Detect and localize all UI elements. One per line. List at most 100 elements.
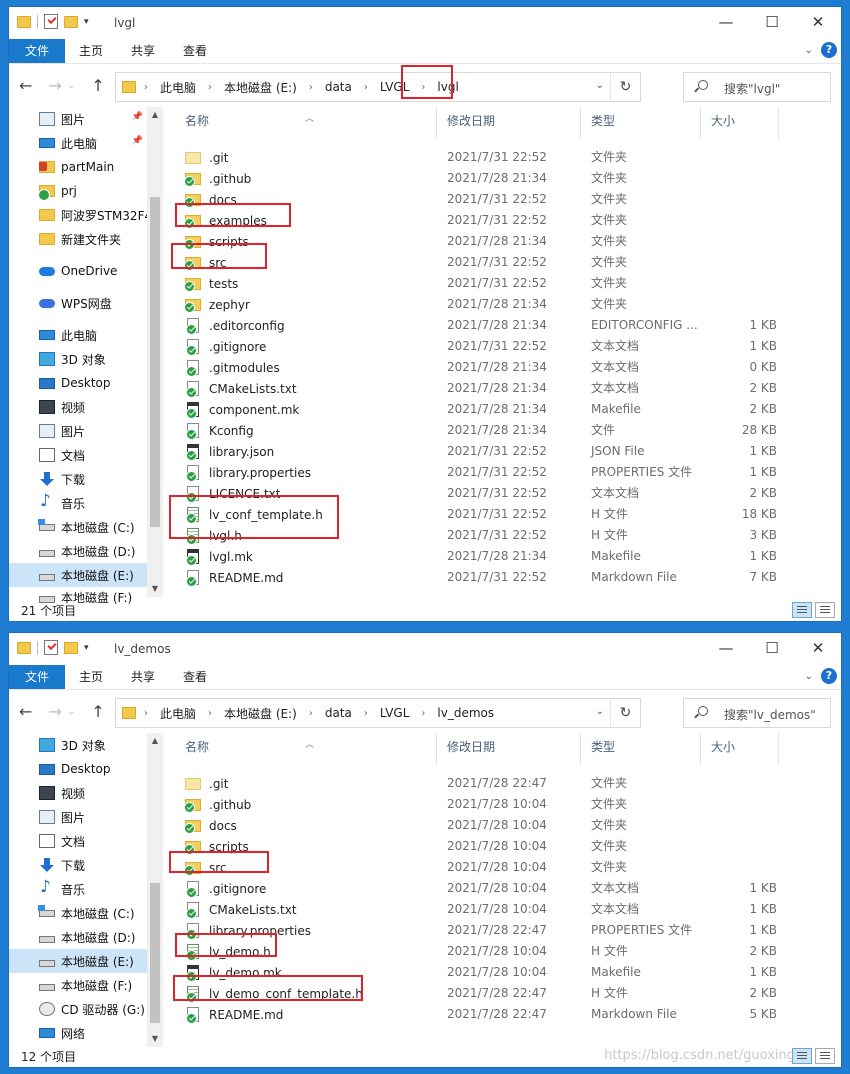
scroll-up-icon[interactable]: ▲	[147, 733, 163, 749]
nav-item[interactable]: 本地磁盘 (D:)	[9, 539, 147, 563]
nav-item[interactable]: OneDrive	[9, 259, 147, 283]
crumb-data[interactable]: data	[325, 706, 352, 720]
maximize-button[interactable]: ☐	[749, 633, 795, 663]
table-row[interactable]: lvgl.mk 2021/7/28 21:34 Makefile 1 KB	[175, 546, 841, 567]
nav-item[interactable]: 本地磁盘 (E:)	[9, 949, 147, 973]
search-input[interactable]: 搜索"lvgl"	[683, 72, 831, 102]
nav-item[interactable]: 音乐	[9, 877, 147, 901]
nav-scrollbar[interactable]: ▲ ▼	[147, 733, 163, 1047]
crumb-this-pc[interactable]: 此电脑	[160, 705, 196, 722]
chevron-right-icon[interactable]: ›	[364, 82, 368, 93]
new-folder-icon[interactable]	[64, 15, 78, 28]
crumb-lvgl-parent[interactable]: LVGL	[380, 706, 410, 720]
chevron-right-icon[interactable]: ›	[144, 82, 148, 93]
refresh-icon[interactable]: ↻	[610, 699, 640, 727]
table-row[interactable]: .github 2021/7/28 21:34 文件夹	[175, 168, 841, 189]
customize-toolbar-chevron-icon[interactable]: ▾	[84, 643, 89, 653]
nav-scrollbar[interactable]: ▲ ▼	[147, 107, 163, 597]
scroll-thumb[interactable]	[150, 883, 160, 1023]
up-arrow-icon[interactable]: ↑	[91, 76, 104, 95]
table-row[interactable]: src 2021/7/31 22:52 文件夹	[175, 252, 841, 273]
nav-item[interactable]: 3D 对象	[9, 347, 147, 371]
table-row[interactable]: .gitmodules 2021/7/28 21:34 文本文档 0 KB	[175, 357, 841, 378]
chevron-right-icon[interactable]: ›	[421, 708, 425, 719]
nav-item[interactable]: WPS网盘	[9, 291, 147, 315]
crumb-data[interactable]: data	[325, 80, 352, 94]
refresh-icon[interactable]: ↻	[610, 73, 640, 101]
column-size[interactable]: 大小	[701, 733, 779, 765]
column-type[interactable]: 类型	[581, 733, 701, 765]
table-row[interactable]: CMakeLists.txt 2021/7/28 10:04 文本文档 1 KB	[175, 899, 841, 920]
nav-item[interactable]: 下载	[9, 467, 147, 491]
scroll-up-icon[interactable]: ▲	[147, 107, 163, 123]
large-icons-view-icon[interactable]	[815, 1048, 835, 1064]
nav-item[interactable]: 本地磁盘 (E:)	[9, 563, 147, 587]
table-row[interactable]: component.mk 2021/7/28 21:34 Makefile 2 KB	[175, 399, 841, 420]
nav-item[interactable]: 下载	[9, 853, 147, 877]
address-bar[interactable]: › 此电脑 › 本地磁盘 (E:) › data › LVGL › lvgl ⌄…	[115, 72, 641, 102]
table-row[interactable]: library.properties 2021/7/31 22:52 PROPERT…	[175, 462, 841, 483]
recent-locations-chevron-icon[interactable]: ⌄	[68, 81, 76, 95]
address-bar[interactable]: › 此电脑 › 本地磁盘 (E:) › data › LVGL › lv_dem…	[115, 698, 641, 728]
table-row[interactable]: .git 2021/7/28 22:47 文件夹	[175, 773, 841, 794]
nav-item[interactable]: 图片	[9, 805, 147, 829]
nav-item[interactable]: Desktop	[9, 757, 147, 781]
large-icons-view-icon[interactable]	[815, 602, 835, 618]
search-input[interactable]: 搜索"lv_demos"	[683, 698, 831, 728]
tab-view[interactable]: 查看	[169, 39, 221, 63]
column-date[interactable]: 修改日期	[437, 107, 581, 139]
nav-item[interactable]: Desktop	[9, 371, 147, 395]
details-view-icon[interactable]	[792, 1048, 812, 1064]
tab-file[interactable]: 文件	[9, 39, 65, 63]
table-row[interactable]: scripts 2021/7/28 10:04 文件夹	[175, 836, 841, 857]
back-arrow-icon[interactable]: ←	[19, 702, 32, 721]
properties-icon[interactable]	[44, 640, 58, 655]
tab-share[interactable]: 共享	[117, 665, 169, 689]
nav-item[interactable]: 新建文件夹	[9, 227, 147, 251]
chevron-right-icon[interactable]: ›	[309, 82, 313, 93]
table-row[interactable]: .github 2021/7/28 10:04 文件夹	[175, 794, 841, 815]
column-date[interactable]: 修改日期	[437, 733, 581, 765]
minimize-button[interactable]: —	[703, 7, 749, 37]
nav-item[interactable]: 网络	[9, 1021, 147, 1045]
properties-icon[interactable]	[44, 14, 58, 29]
expand-ribbon-chevron-icon[interactable]: ⌄	[805, 45, 813, 56]
tab-home[interactable]: 主页	[65, 665, 117, 689]
close-button[interactable]: ✕	[795, 7, 841, 37]
table-row[interactable]: .editorconfig 2021/7/28 21:34 EDITORCONFIG…	[175, 315, 841, 336]
nav-item[interactable]: 视频	[9, 395, 147, 419]
table-row[interactable]: Kconfig 2021/7/28 21:34 文件 28 KB	[175, 420, 841, 441]
table-row[interactable]: scripts 2021/7/28 21:34 文件夹	[175, 231, 841, 252]
column-size[interactable]: 大小	[701, 107, 779, 139]
back-arrow-icon[interactable]: ←	[19, 76, 32, 95]
up-arrow-icon[interactable]: ↑	[91, 702, 104, 721]
nav-item[interactable]: 本地磁盘 (C:)	[9, 901, 147, 925]
nav-item[interactable]: CD 驱动器 (G:)	[9, 997, 147, 1021]
chevron-right-icon[interactable]: ›	[208, 82, 212, 93]
table-row[interactable]: CMakeLists.txt 2021/7/28 21:34 文本文档 2 KB	[175, 378, 841, 399]
help-icon[interactable]: ?	[821, 668, 837, 684]
table-row[interactable]: .git 2021/7/31 22:52 文件夹	[175, 147, 841, 168]
address-dropdown-chevron-icon[interactable]: ⌄	[596, 80, 604, 91]
forward-arrow-icon[interactable]: →	[48, 702, 61, 721]
chevron-right-icon[interactable]: ›	[364, 708, 368, 719]
recent-locations-chevron-icon[interactable]: ⌄	[68, 707, 76, 721]
nav-item[interactable]: 文档	[9, 829, 147, 853]
nav-item[interactable]: 音乐	[9, 491, 147, 515]
forward-arrow-icon[interactable]: →	[48, 76, 61, 95]
nav-item[interactable]: 阿波罗STM32F4	[9, 203, 147, 227]
crumb-lv-demos[interactable]: lv_demos	[437, 706, 494, 720]
help-icon[interactable]: ?	[821, 42, 837, 58]
table-row[interactable]: .gitignore 2021/7/28 10:04 文本文档 1 KB	[175, 878, 841, 899]
nav-item[interactable]: 文档	[9, 443, 147, 467]
table-row[interactable]: README.md 2021/7/28 22:47 Markdown File 5 K…	[175, 1004, 841, 1025]
table-row[interactable]: docs 2021/7/28 10:04 文件夹	[175, 815, 841, 836]
nav-item[interactable]: 此电脑	[9, 323, 147, 347]
tab-file[interactable]: 文件	[9, 665, 65, 689]
nav-item[interactable]: 此电脑 📌	[9, 131, 147, 155]
scroll-down-icon[interactable]: ▼	[147, 581, 163, 597]
crumb-drive-e[interactable]: 本地磁盘 (E:)	[224, 79, 297, 96]
chevron-right-icon[interactable]: ›	[309, 708, 313, 719]
table-row[interactable]: tests 2021/7/31 22:52 文件夹	[175, 273, 841, 294]
tab-home[interactable]: 主页	[65, 39, 117, 63]
